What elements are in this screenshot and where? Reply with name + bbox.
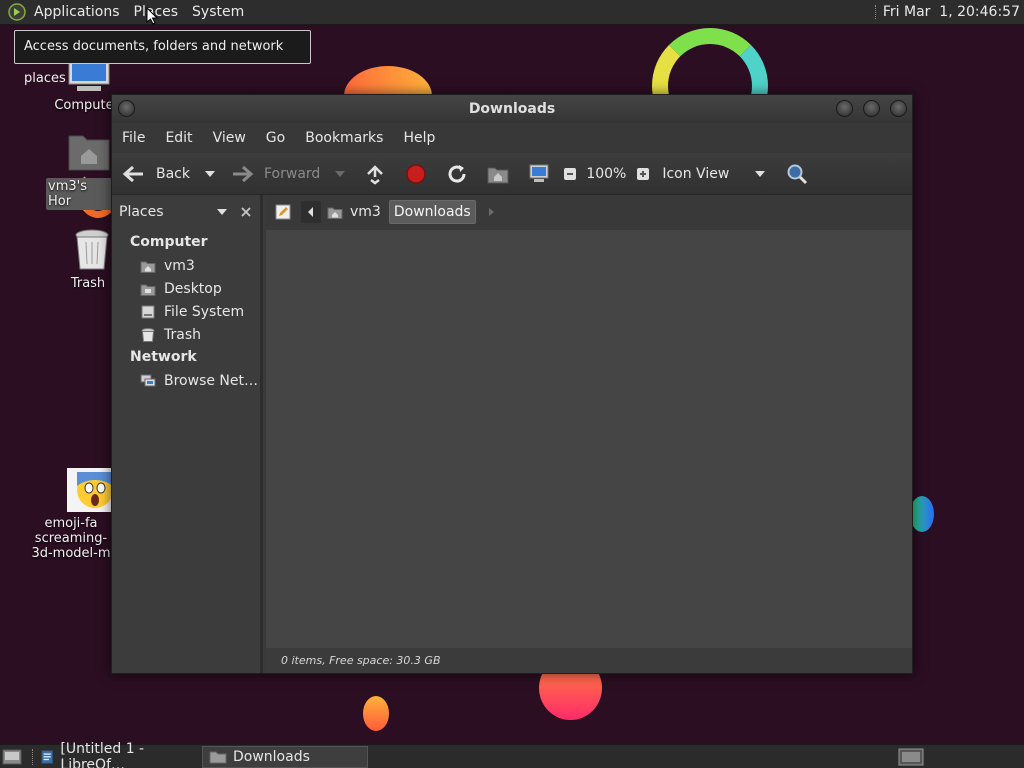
home-icon: [140, 261, 156, 273]
trash-icon: [141, 327, 155, 342]
file-manager-window: Downloads File Edit View Go Bookmarks He…: [111, 94, 913, 674]
forward-history-dropdown-icon[interactable]: [334, 170, 346, 178]
trash-icon: [75, 229, 109, 270]
libreoffice-writer-icon: [41, 749, 54, 764]
breadcrumb-label: Downloads: [393, 204, 471, 220]
desktop-icon-trash[interactable]: Trash: [60, 228, 116, 291]
sidebar-header: Places: [112, 195, 260, 229]
zoom-level[interactable]: 100%: [586, 166, 626, 182]
home-folder-icon: [68, 135, 110, 171]
path-bar: vm3 Downloads: [266, 195, 912, 229]
chevron-right-icon[interactable]: [486, 201, 498, 223]
places-tooltip: Access documents, folders and network pl…: [14, 30, 311, 86]
menu-system[interactable]: System: [185, 0, 251, 25]
window-menubar: File Edit View Go Bookmarks Help: [112, 123, 912, 153]
zoom-in-icon[interactable]: [636, 167, 650, 181]
deco-drop-small: [363, 696, 389, 731]
file-view-area[interactable]: [266, 230, 912, 648]
menu-view[interactable]: View: [203, 130, 256, 146]
desktop-icon-home[interactable]: vm3's Hor: [46, 128, 114, 210]
back-label: Back: [156, 165, 190, 182]
mate-logo-icon[interactable]: [8, 3, 26, 21]
network-icon: [140, 374, 156, 386]
close-button[interactable]: [890, 100, 907, 117]
maximize-button[interactable]: [863, 100, 880, 117]
menu-edit[interactable]: Edit: [155, 130, 202, 146]
window-toolbar: Back Forward 100% Icon View: [112, 153, 912, 195]
task-libreoffice[interactable]: [Untitled 1 - LibreOf…: [34, 741, 198, 768]
drive-icon: [141, 305, 155, 318]
window-title: Downloads: [468, 101, 556, 117]
view-mode-select[interactable]: Icon View: [662, 166, 750, 182]
desktop-icon-label-line: 3d-model-m: [31, 546, 111, 561]
show-desktop-icon[interactable]: [2, 748, 22, 766]
sidebar-item-label: File System: [164, 303, 245, 320]
desktop-icon-emoji-image[interactable]: emoji-fa screaming- 3d-model-m: [28, 468, 114, 561]
forward-arrow-icon: [233, 165, 254, 182]
task-downloads[interactable]: Downloads: [202, 745, 368, 768]
stop-icon[interactable]: [405, 163, 427, 185]
breadcrumb-downloads[interactable]: Downloads: [388, 200, 476, 224]
task-label: [Untitled 1 - LibreOf…: [60, 740, 145, 768]
sidebar-section-network: Network: [130, 349, 197, 365]
close-icon[interactable]: [240, 206, 252, 218]
zoom-out-icon[interactable]: [563, 167, 577, 181]
forward-button[interactable]: Forward: [230, 164, 320, 184]
bottom-panel: [Untitled 1 - LibreOf… Downloads: [0, 741, 1024, 768]
home-icon: [327, 207, 343, 219]
sidebar-item-label: Desktop: [164, 280, 222, 297]
desktop-icon-label-line: emoji-fa: [44, 516, 98, 531]
back-button[interactable]: Back: [122, 164, 190, 184]
reload-icon[interactable]: [446, 163, 468, 185]
sidebar-section-computer: Computer: [130, 234, 208, 250]
search-icon[interactable]: [786, 163, 808, 185]
workspace-switcher-icon[interactable]: [898, 748, 924, 766]
panel-separator: [874, 5, 877, 19]
sidebar-selector[interactable]: Places: [119, 204, 211, 220]
sidebar-item-vm3[interactable]: vm3: [112, 254, 260, 277]
menu-applications[interactable]: Applications: [26, 0, 127, 25]
window-menu-button[interactable]: [118, 100, 135, 117]
sidebar-item-label: Trash: [164, 326, 201, 343]
desktop-icon-label-line: screaming-: [34, 531, 108, 546]
chevron-down-icon[interactable]: [754, 170, 766, 178]
deco-drop-blue: [910, 496, 934, 532]
status-bar: 0 items, Free space: 30.3 GB: [266, 649, 912, 673]
menu-go[interactable]: Go: [256, 130, 295, 146]
chevron-down-icon[interactable]: [216, 208, 228, 216]
chevron-left-icon[interactable]: [301, 201, 321, 223]
menu-bookmarks[interactable]: Bookmarks: [295, 130, 393, 146]
back-arrow-icon: [122, 165, 143, 182]
breadcrumb-label: vm3: [350, 204, 381, 220]
status-text: 0 items, Free space: 30.3 GB: [281, 654, 441, 667]
window-titlebar[interactable]: Downloads: [112, 95, 912, 123]
back-history-dropdown-icon[interactable]: [204, 170, 216, 178]
folder-icon: [209, 751, 227, 763]
places-sidebar: Places Computer vm3 Desktop File System …: [112, 195, 263, 673]
window-content: Places Computer vm3 Desktop File System …: [112, 195, 912, 673]
desktop-icon-label: vm3's Hor: [46, 178, 114, 210]
sidebar-item-file-system[interactable]: File System: [112, 300, 260, 323]
forward-label: Forward: [264, 165, 321, 182]
sidebar-item-browse-network[interactable]: Browse Net…: [112, 369, 260, 392]
emoji-image-icon: [67, 468, 113, 512]
sidebar-item-trash[interactable]: Trash: [112, 323, 260, 346]
desktop-icon-label: Trash: [70, 276, 106, 291]
mouse-cursor-icon: [146, 7, 158, 25]
computer-icon[interactable]: [528, 164, 550, 184]
sidebar-item-desktop[interactable]: Desktop: [112, 277, 260, 300]
up-arrow-icon[interactable]: [364, 163, 386, 185]
minimize-button[interactable]: [836, 100, 853, 117]
sidebar-item-label: vm3: [164, 257, 195, 274]
desktop-icon-label: Compute: [54, 98, 114, 113]
breadcrumb-vm3[interactable]: vm3: [323, 200, 385, 224]
menu-file[interactable]: File: [112, 130, 155, 146]
menu-help[interactable]: Help: [393, 130, 445, 146]
desktop-icon: [140, 284, 156, 296]
sidebar-item-label: Browse Net…: [164, 372, 259, 389]
home-folder-icon[interactable]: [487, 164, 509, 184]
edit-location-icon[interactable]: [275, 204, 291, 220]
panel-clock[interactable]: Fri Mar 1, 20:46:57: [883, 4, 1024, 20]
task-label: Downloads: [233, 748, 310, 765]
